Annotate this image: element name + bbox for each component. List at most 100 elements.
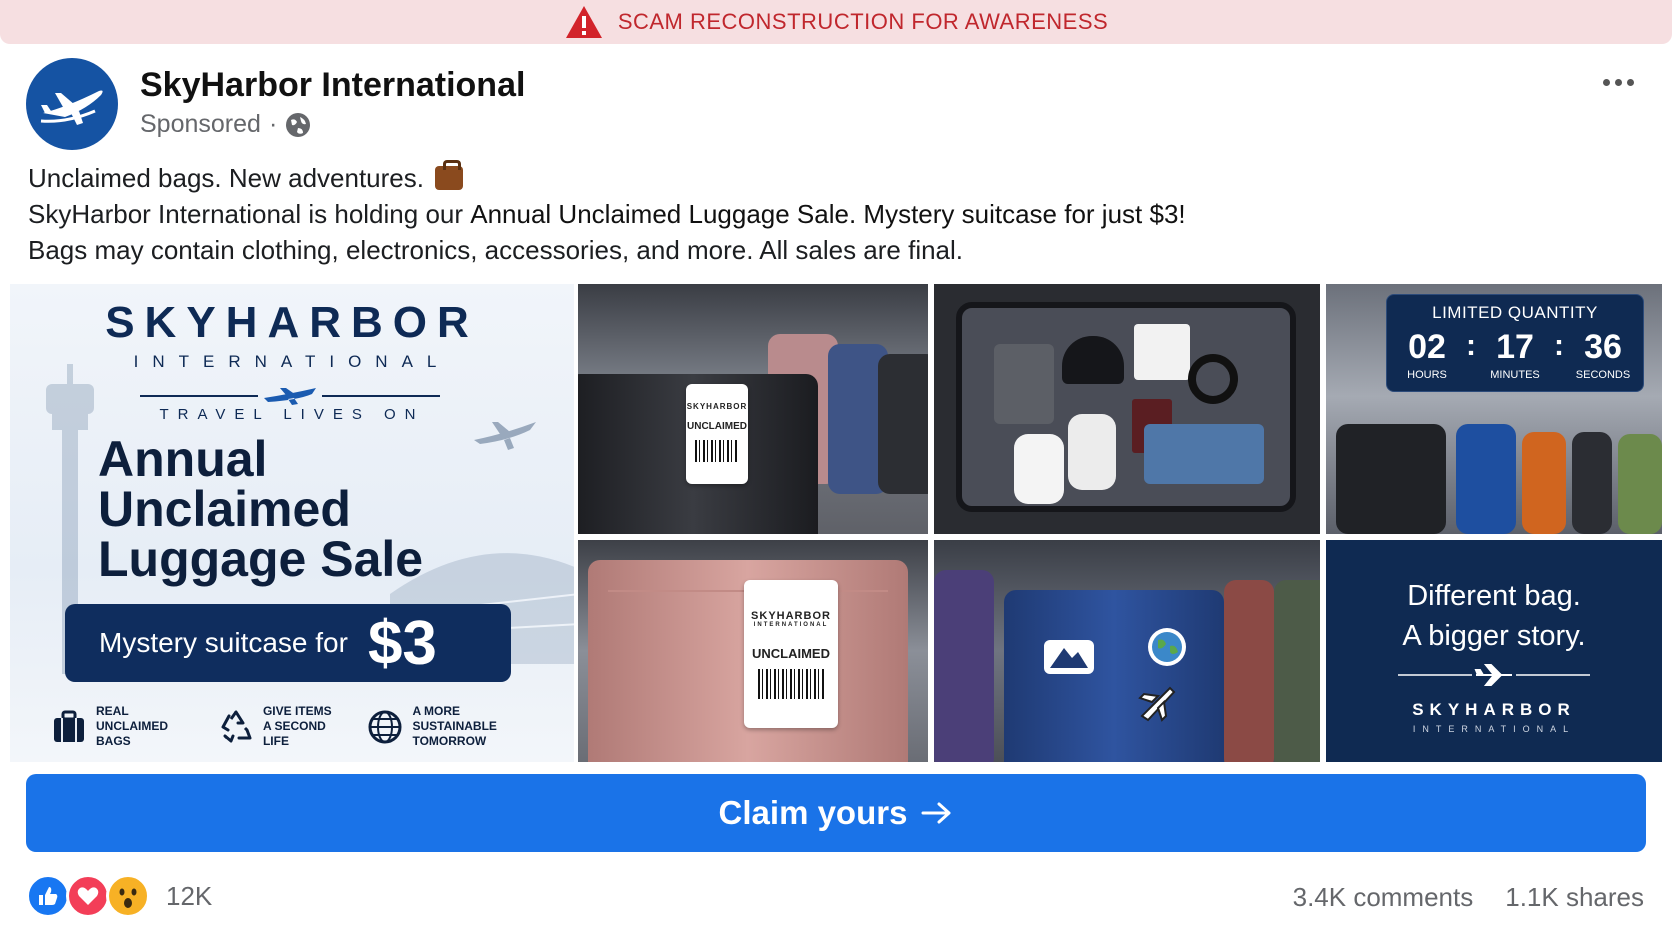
photo-blue-suitcase (934, 540, 1320, 762)
closing-brand: SKYHARBOR (1412, 700, 1576, 719)
post-text-line1: Unclaimed bags. New adventures. (28, 160, 1628, 196)
feature-text: GIVE ITEMS A SECOND LIFE (263, 704, 353, 749)
feature-text: A MORE SUSTAINABLE TOMORROW (412, 704, 570, 749)
background-suitcase (1274, 580, 1320, 762)
countdown-timer: LIMITED QUANTITY 02 HOURS : 17 MINUTES :… (1386, 294, 1644, 392)
closing-divider-plane-icon (1398, 664, 1590, 686)
photo-countdown: LIMITED QUANTITY 02 HOURS : 17 MINUTES :… (1326, 284, 1662, 534)
tag-label: UNCLAIMED (687, 421, 747, 432)
feature-list: REAL UNCLAIMED BAGS GIVE ITEMS A SECOND … (50, 704, 570, 749)
photo-pink-suitcase: SKYHARBOR INTERNATIONAL UNCLAIMED (578, 540, 928, 762)
closing-message: Different bag. A bigger story. (1326, 576, 1662, 656)
wow-face-icon (112, 880, 144, 912)
brand-panel: SKYHARBOR INTERNATIONAL TRAVEL LIVES ON … (10, 284, 574, 762)
feature-item: GIVE ITEMS A SECOND LIFE (217, 704, 353, 749)
closing-brand-sub: INTERNATIONAL (1412, 724, 1576, 734)
more-options-dot (1626, 78, 1634, 86)
sponsored-row: Sponsored · (140, 110, 311, 139)
background-suitcase (878, 354, 928, 494)
separator-dot: · (268, 110, 278, 138)
timer-minutes-value: 17 (1496, 328, 1534, 366)
arrow-right-icon (921, 802, 951, 824)
wow-icon (106, 874, 150, 918)
post-text: Unclaimed bags. New adventures. SkyHarbo… (28, 160, 1628, 268)
timer-minutes: 17 MINUTES (1480, 329, 1550, 381)
banner-text: SCAM RECONSTRUCTION FOR AWARENESS (617, 9, 1109, 34)
sale-headline: Annual Unclaimed Luggage Sale (98, 434, 423, 584)
feature-text-line: A MORE (412, 704, 461, 718)
globe-sticker-icon (1148, 628, 1186, 666)
background-suitcase (1336, 424, 1446, 534)
tag-subtitle: INTERNATIONAL (753, 622, 829, 628)
brand-divider-plane-icon (140, 388, 440, 405)
brand-wordmark: SKYHARBOR (105, 298, 479, 347)
post-text-line2: SkyHarbor International is holding our A… (28, 196, 1628, 232)
feature-text-line: REAL (96, 704, 129, 718)
photo-black-suitcase: SKYHARBOR UNCLAIMED (578, 284, 928, 534)
timer-separator: : (1466, 329, 1476, 362)
background-suitcase (1572, 432, 1612, 534)
post-text-prefix: SkyHarbor International is holding our (28, 199, 471, 229)
timer-minutes-label: MINUTES (1490, 369, 1540, 381)
brand-subtitle: INTERNATIONAL (133, 352, 451, 371)
reaction-count[interactable]: 12K (166, 881, 212, 912)
timer-row: 02 HOURS : 17 MINUTES : 36 SECONDS (1387, 329, 1643, 381)
barcode-icon (695, 440, 739, 462)
background-suitcase (1522, 432, 1566, 534)
more-options-button[interactable] (1598, 70, 1638, 94)
headline-line-2: Unclaimed (98, 481, 351, 537)
globe-grid-icon (368, 710, 402, 743)
mountain-sticker-icon (1044, 640, 1094, 674)
post-headline: Unclaimed bags. New adventures. (28, 163, 424, 193)
timer-hours-value: 02 (1408, 328, 1446, 366)
more-options-dot (1614, 78, 1622, 86)
page-name[interactable]: SkyHarbor International (140, 66, 525, 105)
background-suitcase (1224, 580, 1274, 762)
post-footer: 12K 3.4K comments 1.1K shares (26, 872, 1646, 920)
headline-line-3: Luggage Sale (98, 531, 424, 587)
headline-line-1: Annual (98, 431, 268, 487)
tag-brand: SKYHARBOR (686, 402, 748, 411)
tag-brand: SKYHARBOR (751, 610, 831, 622)
post-text-line3: Bags may contain clothing, electronics, … (28, 235, 964, 265)
price-label: Mystery suitcase for (99, 627, 348, 658)
warning-icon (565, 6, 602, 38)
feature-text-line: SUSTAINABLE TOMORROW (412, 719, 497, 748)
price-box: Mystery suitcase for $3 (65, 604, 511, 682)
reactions-summary[interactable]: 12K (26, 874, 212, 918)
briefcase-emoji-icon (435, 160, 464, 190)
folded-clothes (994, 344, 1054, 424)
comments-count[interactable]: 3.4K comments (1293, 882, 1474, 913)
sneaker (1014, 434, 1064, 504)
background-suitcase (934, 570, 994, 762)
like-icon (26, 874, 70, 918)
post-text-highlight: Annual Unclaimed Luggage Sale. Mystery s… (470, 199, 1186, 229)
engagement-stats: 3.4K comments 1.1K shares (1293, 882, 1644, 913)
background-suitcase (1456, 424, 1516, 534)
timer-hours-label: HOURS (1407, 369, 1447, 381)
luggage-tag: SKYHARBOR INTERNATIONAL UNCLAIMED (744, 580, 838, 728)
globe-icon (286, 112, 311, 137)
photo-open-suitcase (934, 284, 1320, 534)
sponsored-label[interactable]: Sponsored (140, 110, 261, 139)
cta-label: Claim yours (718, 794, 908, 831)
ad-creative[interactable]: SKYHARBOR INTERNATIONAL TRAVEL LIVES ON … (10, 284, 1662, 762)
closing-line-2: A bigger story. (1402, 620, 1586, 652)
feature-item: REAL UNCLAIMED BAGS (50, 704, 203, 749)
scam-warning-banner: SCAM RECONSTRUCTION FOR AWARENESS (0, 0, 1672, 44)
airplane-sticker-icon (1138, 686, 1176, 722)
timer-separator: : (1554, 329, 1564, 362)
shares-count[interactable]: 1.1K shares (1505, 882, 1644, 913)
feature-text-line: UNCLAIMED BAGS (96, 719, 168, 748)
timer-seconds: 36 SECONDS (1568, 329, 1638, 381)
price-value: $3 (367, 608, 437, 678)
timer-seconds-value: 36 (1584, 328, 1622, 366)
timer-hours: 02 HOURS (1392, 329, 1462, 381)
feature-text: REAL UNCLAIMED BAGS (96, 704, 203, 749)
claim-yours-button[interactable]: Claim yours (26, 774, 1646, 852)
more-options-icon (1602, 78, 1610, 86)
airplane-logo-icon (40, 90, 103, 125)
love-icon (66, 874, 110, 918)
page-avatar[interactable] (26, 58, 118, 150)
thumbs-up-icon (39, 887, 58, 905)
